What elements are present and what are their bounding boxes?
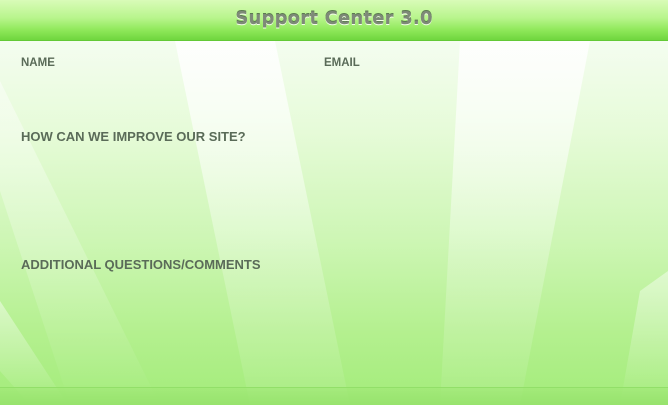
email-field[interactable]: [324, 75, 648, 99]
window-title: Support Center 3.0: [235, 8, 433, 29]
footer-strip: [0, 387, 668, 405]
comments-textarea[interactable]: [21, 277, 650, 376]
name-field[interactable]: [21, 75, 305, 99]
email-label: EMAIL: [324, 57, 360, 69]
title-bar: Support Center 3.0: [0, 0, 668, 41]
improve-site-label: HOW CAN WE IMPROVE OUR SITE?: [21, 129, 246, 144]
comments-label: ADDITIONAL QUESTIONS/COMMENTS: [21, 257, 261, 272]
improve-site-textarea[interactable]: [21, 149, 650, 243]
support-center-window: Support Center 3.0 NAME EMAIL HOW CAN WE…: [0, 0, 668, 405]
name-label: NAME: [21, 57, 55, 69]
feedback-form: NAME EMAIL HOW CAN WE IMPROVE OUR SITE? …: [0, 41, 668, 405]
